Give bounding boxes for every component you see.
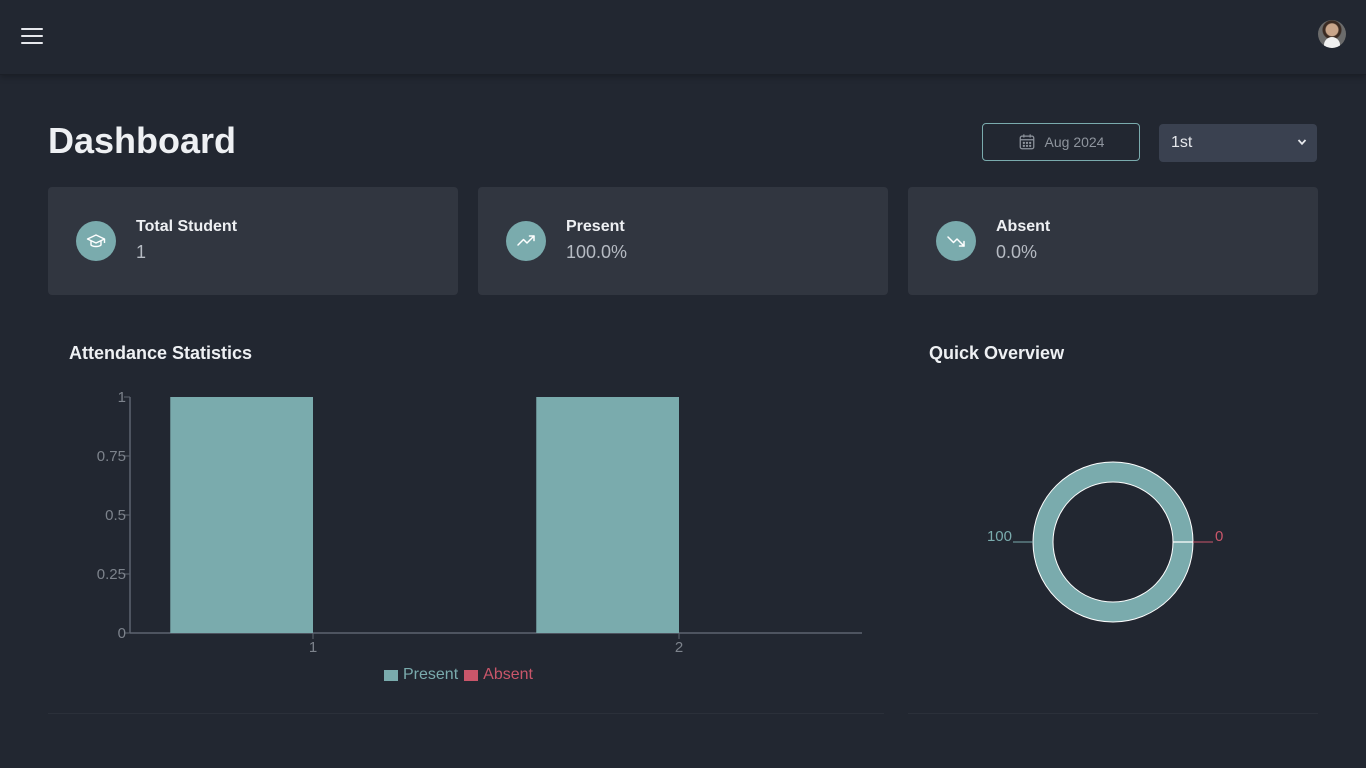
x-tick-label: 2 — [675, 639, 683, 656]
legend-label: Present — [403, 666, 459, 683]
date-picker-button[interactable]: Aug 2024 — [982, 123, 1140, 161]
stat-value: 100.0% — [566, 242, 628, 262]
stat-value: 1 — [136, 242, 147, 262]
attendance-panel-divider — [48, 713, 884, 714]
page-title: Dashboard — [48, 120, 237, 161]
bar-present-2 — [536, 397, 679, 633]
y-tick-label: 1 — [118, 389, 126, 406]
stat-value: 0.0% — [996, 242, 1038, 262]
hamburger-icon[interactable] — [21, 28, 43, 46]
donut-label-present: 100 — [987, 528, 1012, 545]
y-tick-label: 0.5 — [105, 507, 126, 524]
legend-swatch — [464, 669, 479, 681]
date-label: Aug 2024 — [1044, 134, 1105, 150]
quick-overview-donut-chart: 100 0 — [987, 461, 1223, 623]
quick-overview-title: Quick Overview — [929, 343, 1065, 363]
period-value: 1st — [1171, 134, 1193, 151]
y-tick-label: 0.25 — [97, 566, 126, 583]
chevron-down-icon — [1297, 139, 1307, 146]
stat-card-absent: Absent 0.0% — [908, 187, 1318, 295]
legend-swatch — [384, 669, 398, 681]
stat-label: Present — [566, 218, 625, 235]
stat-card-present: Present 100.0% — [478, 187, 888, 295]
y-tick-label: 0 — [118, 625, 126, 642]
bar-present-1 — [170, 397, 313, 633]
y-tick-label: 0.75 — [97, 448, 126, 465]
trending-up-icon — [506, 221, 546, 261]
stat-label: Total Student — [136, 218, 238, 235]
legend-item-present[interactable]: Present — [384, 666, 458, 684]
chart-legend: Present Absent — [384, 666, 533, 684]
trending-down-icon — [936, 221, 976, 261]
top-bar — [0, 0, 1366, 75]
stat-card-total-student: Total Student 1 — [48, 187, 458, 295]
calendar-icon — [1019, 134, 1034, 150]
overview-panel-divider — [908, 713, 1318, 714]
legend-item-absent[interactable]: Absent — [464, 666, 533, 684]
attendance-statistics-title: Attendance Statistics — [69, 343, 253, 363]
stat-label: Absent — [996, 218, 1051, 235]
graduation-cap-icon — [76, 221, 116, 261]
user-avatar[interactable] — [1318, 20, 1346, 48]
attendance-bar-chart: 0 0.25 0.5 0.75 1 1 2 — [97, 389, 862, 656]
donut-label-absent: 0 — [1215, 528, 1223, 545]
donut-slice-present — [1032, 461, 1194, 623]
legend-label: Absent — [483, 666, 533, 683]
x-tick-label: 1 — [309, 639, 317, 656]
period-select[interactable]: 1st — [1159, 124, 1317, 162]
